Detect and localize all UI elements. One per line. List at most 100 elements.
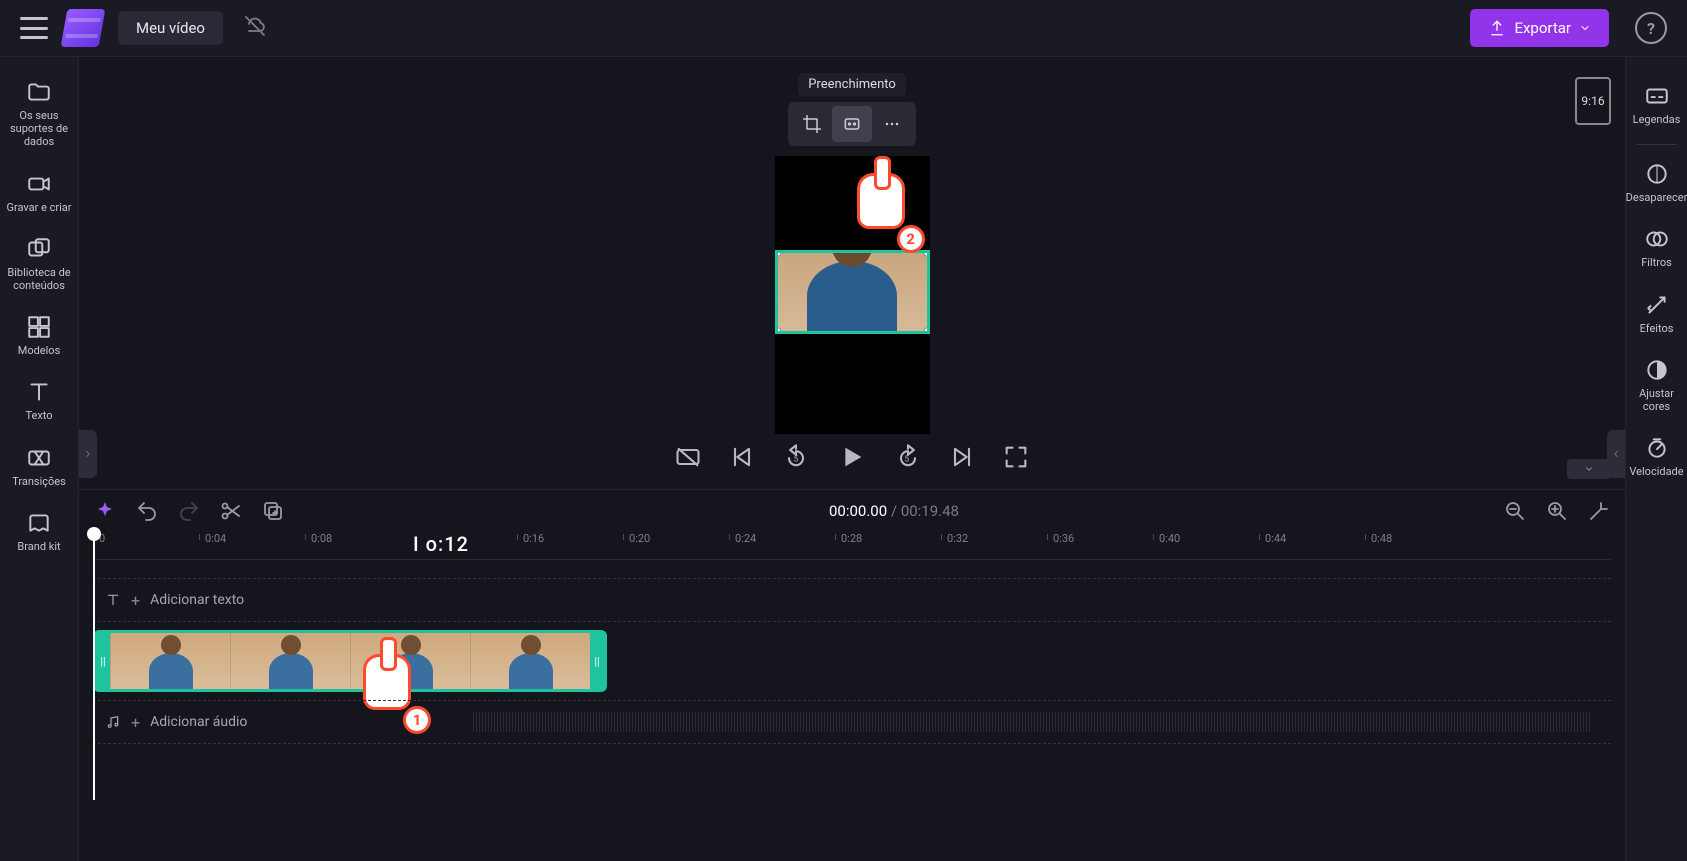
export-label: Exportar [1514,19,1571,37]
zoom-fit-button[interactable] [1587,499,1611,523]
ruler-mark: 0:04 [205,532,226,545]
timeline-area: 00:00.00 / 00:19.48 0 0:04 0:08 I o:12 0… [79,489,1625,861]
split-button[interactable] [219,499,243,523]
sidebar-item-text[interactable]: Texto [1,369,77,434]
panel-item-speed[interactable]: Velocidade [1627,425,1687,490]
project-title[interactable]: Meu vídeo [118,11,223,45]
ruler-mark: 0:36 [1053,532,1074,545]
time-display: 00:00.00 / 00:19.48 [303,502,1485,520]
redo-button[interactable] [177,499,201,523]
sidebar-item-templates[interactable]: Modelos [1,304,77,369]
play-button[interactable] [836,441,868,473]
panel-item-colors[interactable]: Ajustar cores [1627,347,1687,425]
panel-label: Ajustar cores [1629,387,1685,413]
aspect-ratio-button[interactable]: 9:16 [1575,77,1611,125]
sidebar-label: Biblioteca de conteúdos [3,266,75,292]
sidebar-item-record[interactable]: Gravar e criar [1,161,77,226]
sidebar-label: Brand kit [17,540,60,553]
clip-handle-left[interactable]: || [96,633,110,689]
preview-canvas[interactable]: ↻ [775,156,930,434]
resize-handle-nw[interactable] [775,250,782,257]
ruler-mark: 0:20 [629,532,650,545]
ruler-mark: 0:40 [1159,532,1180,545]
playback-controls: 5 5 [674,441,1030,473]
person-thumb [807,261,897,331]
clip-handle-right[interactable]: || [590,633,604,689]
ruler-mark: 0:24 [735,532,756,545]
ruler-mark: 0:16 [523,532,544,545]
tooltip-fill: Preenchimento [798,73,906,96]
plus-icon: + [131,591,140,610]
panel-label: Legendas [1633,113,1681,126]
ai-button[interactable] [93,499,117,523]
selected-clip-bounds[interactable]: ↻ [775,250,930,334]
crop-button[interactable] [792,106,832,142]
zoom-in-button[interactable] [1545,499,1569,523]
ruler-mark: 0:44 [1265,532,1286,545]
sidebar-label: Transições [12,475,66,488]
sidebar-item-brandkit[interactable]: Brand kit [1,500,77,565]
audio-track-label: Adicionar áudio [150,714,247,730]
preview-collapse-icon[interactable] [1567,459,1611,479]
export-button[interactable]: Exportar [1470,9,1609,47]
text-icon [105,592,121,608]
skip-start-button[interactable] [728,443,756,471]
panel-label: Filtros [1641,256,1672,269]
video-clip[interactable]: || || [93,630,607,692]
timeline-ruler[interactable]: 0 0:04 0:08 I o:12 0:16 0:20 0:24 0:28 0… [93,532,1611,560]
ruler-mark: 0:08 [311,532,332,545]
left-sidebar: Os seus suportes de dados Gravar e criar… [0,57,79,861]
audio-waveform [473,712,1591,732]
panel-item-effects[interactable]: Efeitos [1627,282,1687,347]
panel-item-captions[interactable]: Legendas [1627,73,1687,138]
fill-button[interactable] [832,106,872,142]
rewind-button[interactable]: 5 [782,443,810,471]
forward-button[interactable]: 5 [894,443,922,471]
sidebar-label: Texto [25,409,52,422]
canvas-holder: Preenchimento ↻ 2 [775,73,930,434]
timeline-toolbar: 00:00.00 / 00:19.48 [79,490,1625,532]
panel-item-filters[interactable]: Filtros [1627,216,1687,281]
resize-handle-ne[interactable] [923,250,930,257]
tracks: + Adicionar texto || || 1 [93,560,1611,744]
panel-label: Desaparecer [1626,191,1687,204]
playhead[interactable] [87,527,101,541]
music-icon [105,714,121,730]
resize-handle-se[interactable] [923,327,930,334]
sidebar-item-transitions[interactable]: Transições [1,435,77,500]
plus-icon: + [131,713,140,732]
audio-track[interactable]: + Adicionar áudio [93,700,1611,744]
panel-item-fade[interactable]: Desaparecer [1627,151,1687,216]
sidebar-label: Modelos [18,344,61,357]
cloud-off-icon[interactable] [243,14,267,42]
undo-button[interactable] [135,499,159,523]
floating-toolbar [788,102,916,146]
playhead-line [93,540,95,800]
preview-area: 9:16 Preenchimento ↻ 2 [79,57,1625,489]
sidebar-item-media[interactable]: Os seus suportes de dados [1,69,77,161]
sidebar-item-library[interactable]: Biblioteca de conteúdos [1,226,77,304]
sidebar-label: Os seus suportes de dados [3,109,75,149]
video-track[interactable]: || || 1 [93,628,1611,694]
ruler-cursor-time: I o:12 [413,532,469,556]
resize-handle-sw[interactable] [775,327,782,334]
zoom-out-button[interactable] [1503,499,1527,523]
text-track[interactable]: + Adicionar texto [93,578,1611,622]
panel-label: Velocidade [1629,465,1683,478]
ruler-mark: 0:28 [841,532,862,545]
panel-label: Efeitos [1640,322,1674,335]
skip-end-button[interactable] [948,443,976,471]
ruler-mark: 0:48 [1371,532,1392,545]
help-button[interactable]: ? [1635,12,1667,44]
more-button[interactable] [872,106,912,142]
svg-text:5: 5 [794,454,799,464]
svg-text:5: 5 [905,454,910,464]
text-track-label: Adicionar texto [150,592,244,608]
hide-preview-button[interactable] [674,443,702,471]
top-bar: Meu vídeo Exportar ? [0,0,1687,57]
app-logo-icon[interactable] [61,9,106,47]
duplicate-button[interactable] [261,499,285,523]
fullscreen-button[interactable] [1002,443,1030,471]
ruler-mark: 0:32 [947,532,968,545]
menu-button[interactable] [20,17,48,39]
